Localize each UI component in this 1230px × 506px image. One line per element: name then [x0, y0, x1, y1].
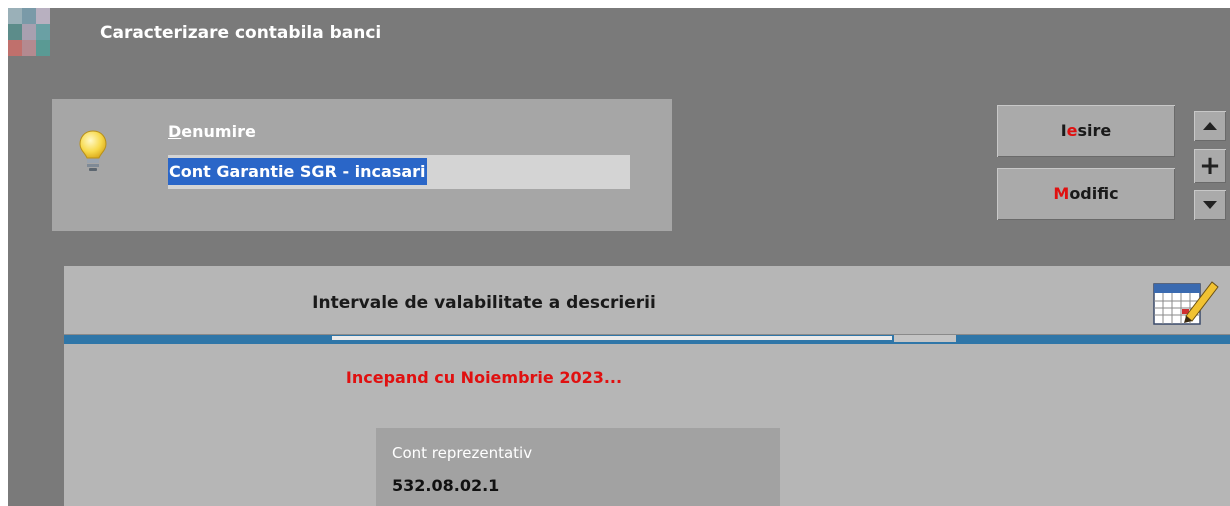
- account-label: Cont reprezentativ: [392, 444, 533, 462]
- add-button[interactable]: +: [1194, 149, 1226, 183]
- app-window: Caracterizare contabila banci Denumire C…: [8, 8, 1230, 506]
- triangle-up-icon: [1203, 122, 1217, 130]
- account-box: Cont reprezentativ 532.08.02.1: [376, 428, 780, 506]
- scroll-up-button[interactable]: [1194, 111, 1226, 141]
- modify-button[interactable]: Modific: [997, 168, 1175, 220]
- scroll-down-button[interactable]: [1194, 190, 1226, 220]
- window-title: Caracterizare contabila banci: [100, 23, 382, 43]
- exit-button[interactable]: Iesire: [997, 105, 1175, 157]
- intervals-panel: Intervale de valabilitate a descrierii I…: [64, 266, 1230, 506]
- app-logo-icon: [8, 8, 52, 72]
- account-value: 532.08.02.1: [392, 476, 500, 495]
- calendar-edit-icon[interactable]: [1142, 276, 1222, 328]
- name-field-label: Denumire: [168, 122, 256, 141]
- triangle-down-icon: [1203, 201, 1217, 209]
- interval-start-text: Incepand cu Noiembrie 2023...: [345, 368, 623, 387]
- intervals-title: Intervale de valabilitate a descrierii: [312, 293, 656, 313]
- lightbulb-icon: [79, 130, 107, 171]
- name-input-selected-text: Cont Garantie SGR - incasari: [168, 158, 427, 185]
- interval-tab-active[interactable]: [332, 336, 892, 340]
- name-panel: Denumire Cont Garantie SGR - incasari: [52, 99, 672, 231]
- name-input[interactable]: Cont Garantie SGR - incasari: [168, 155, 630, 189]
- interval-tab-other[interactable]: [894, 335, 956, 342]
- intervals-header: Intervale de valabilitate a descrierii: [64, 266, 1230, 335]
